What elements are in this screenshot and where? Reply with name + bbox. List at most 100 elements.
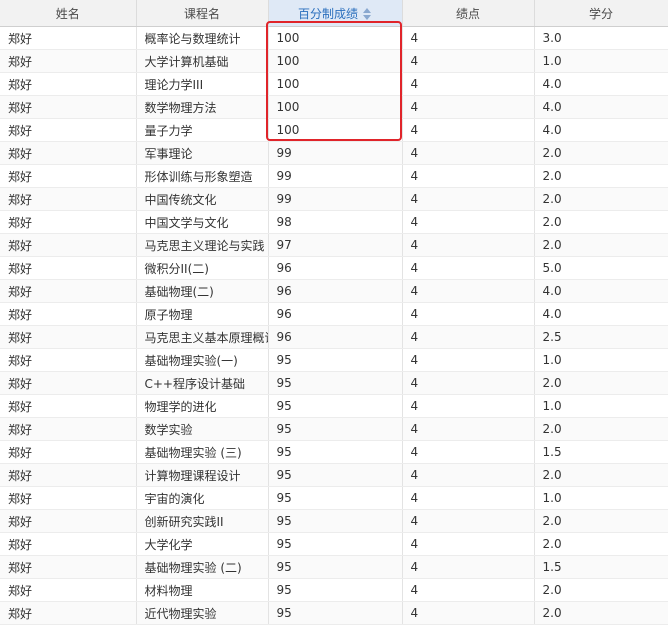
cell-score: 100 (268, 72, 403, 96)
cell-credit: 2.0 (534, 532, 668, 556)
table-row[interactable]: 郑好 量子力学 100 4 4.0 (0, 118, 668, 142)
cell-gpa: 4 (402, 118, 535, 142)
cell-credit: 2.0 (534, 141, 668, 165)
cell-credit: 2.0 (534, 187, 668, 211)
table-row[interactable]: 郑好 基础物理实验 (二) 95 4 1.5 (0, 555, 668, 579)
cell-name: 郑好 (0, 325, 137, 349)
cell-course: 基础物理实验 (二) (136, 555, 269, 579)
cell-score: 98 (268, 210, 403, 234)
cell-gpa: 4 (402, 302, 535, 326)
cell-score: 99 (268, 187, 403, 211)
cell-score: 96 (268, 302, 403, 326)
cell-name: 郑好 (0, 118, 137, 142)
table-row[interactable]: 郑好 材料物理 95 4 2.0 (0, 578, 668, 602)
cell-name: 郑好 (0, 601, 137, 625)
cell-gpa: 4 (402, 555, 535, 579)
table-row[interactable]: 郑好 中国传统文化 99 4 2.0 (0, 187, 668, 211)
cell-score: 95 (268, 394, 403, 418)
table-row[interactable]: 郑好 C++程序设计基础 95 4 2.0 (0, 371, 668, 395)
cell-course: 数学物理方法 (136, 95, 269, 119)
column-header-score-label: 百分制成绩 (297, 6, 358, 21)
cell-course: 中国传统文化 (136, 187, 269, 211)
table-row[interactable]: 郑好 大学化学 95 4 2.0 (0, 532, 668, 556)
cell-name: 郑好 (0, 440, 137, 464)
table-row[interactable]: 郑好 马克思主义理论与实践 97 4 2.0 (0, 233, 668, 257)
cell-score: 96 (268, 325, 403, 349)
cell-credit: 1.5 (534, 555, 668, 579)
cell-score: 100 (268, 49, 403, 73)
table-row[interactable]: 郑好 数学物理方法 100 4 4.0 (0, 95, 668, 119)
table-row[interactable]: 郑好 创新研究实践II 95 4 2.0 (0, 509, 668, 533)
column-header-score[interactable]: 百分制成绩 (268, 0, 403, 27)
cell-credit: 2.0 (534, 417, 668, 441)
cell-name: 郑好 (0, 532, 137, 556)
column-header-course[interactable]: 课程名 (136, 0, 269, 27)
cell-credit: 4.0 (534, 279, 668, 303)
cell-gpa: 4 (402, 578, 535, 602)
cell-course: 军事理论 (136, 141, 269, 165)
cell-course: 中国文学与文化 (136, 210, 269, 234)
table-row[interactable]: 郑好 大学计算机基础 100 4 1.0 (0, 49, 668, 73)
cell-credit: 1.0 (534, 49, 668, 73)
cell-score: 99 (268, 141, 403, 165)
column-header-name-label: 姓名 (55, 6, 80, 21)
cell-gpa: 4 (402, 26, 535, 50)
table-row[interactable]: 郑好 基础物理(二) 96 4 4.0 (0, 279, 668, 303)
cell-course: 宇宙的演化 (136, 486, 269, 510)
cell-score: 95 (268, 555, 403, 579)
cell-course: C++程序设计基础 (136, 371, 269, 395)
cell-name: 郑好 (0, 463, 137, 487)
cell-name: 郑好 (0, 256, 137, 280)
cell-score: 95 (268, 532, 403, 556)
cell-gpa: 4 (402, 279, 535, 303)
cell-course: 原子物理 (136, 302, 269, 326)
cell-score: 100 (268, 26, 403, 50)
cell-credit: 2.0 (534, 233, 668, 257)
table-row[interactable]: 郑好 数学实验 95 4 2.0 (0, 417, 668, 441)
cell-credit: 1.0 (534, 486, 668, 510)
table-row[interactable]: 郑好 宇宙的演化 95 4 1.0 (0, 486, 668, 510)
table-row[interactable]: 郑好 概率论与数理统计 100 4 3.0 (0, 26, 668, 50)
table-row[interactable]: 郑好 马克思主义基本原理概论 96 4 2.5 (0, 325, 668, 349)
cell-name: 郑好 (0, 233, 137, 257)
table-row[interactable]: 郑好 原子物理 96 4 4.0 (0, 302, 668, 326)
table-row[interactable]: 郑好 近代物理实验 95 4 2.0 (0, 601, 668, 625)
cell-course: 基础物理实验 (三) (136, 440, 269, 464)
cell-credit: 2.0 (534, 463, 668, 487)
cell-gpa: 4 (402, 394, 535, 418)
cell-credit: 1.5 (534, 440, 668, 464)
cell-gpa: 4 (402, 440, 535, 464)
table-row[interactable]: 郑好 微积分II(二) 96 4 5.0 (0, 256, 668, 280)
table-row[interactable]: 郑好 计算物理课程设计 95 4 2.0 (0, 463, 668, 487)
cell-credit: 2.0 (534, 371, 668, 395)
table-row[interactable]: 郑好 基础物理实验 (三) 95 4 1.5 (0, 440, 668, 464)
column-header-credit[interactable]: 学分 (534, 0, 668, 27)
cell-score: 95 (268, 578, 403, 602)
sort-icon[interactable] (362, 8, 372, 20)
table-row[interactable]: 郑好 物理学的进化 95 4 1.0 (0, 394, 668, 418)
table-row[interactable]: 郑好 中国文学与文化 98 4 2.0 (0, 210, 668, 234)
column-header-gpa[interactable]: 绩点 (402, 0, 535, 27)
cell-score: 95 (268, 348, 403, 372)
cell-score: 96 (268, 256, 403, 280)
cell-gpa: 4 (402, 532, 535, 556)
grades-table: 姓名 课程名 百分制成绩 绩点 学分 郑好 概率论与数理统计 100 4 3.0 郑好 大学… (0, 0, 668, 625)
column-header-name[interactable]: 姓名 (0, 0, 137, 27)
cell-score: 95 (268, 509, 403, 533)
cell-credit: 1.0 (534, 348, 668, 372)
cell-gpa: 4 (402, 164, 535, 188)
cell-name: 郑好 (0, 49, 137, 73)
cell-name: 郑好 (0, 417, 137, 441)
table-row[interactable]: 郑好 军事理论 99 4 2.0 (0, 141, 668, 165)
cell-name: 郑好 (0, 26, 137, 50)
cell-course: 材料物理 (136, 578, 269, 602)
table-row[interactable]: 郑好 形体训练与形象塑造 99 4 2.0 (0, 164, 668, 188)
table-row[interactable]: 郑好 基础物理实验(一) 95 4 1.0 (0, 348, 668, 372)
cell-score: 96 (268, 279, 403, 303)
column-header-course-label: 课程名 (183, 6, 220, 21)
cell-gpa: 4 (402, 72, 535, 96)
cell-name: 郑好 (0, 210, 137, 234)
cell-course: 数学实验 (136, 417, 269, 441)
table-row[interactable]: 郑好 理论力学III 100 4 4.0 (0, 72, 668, 96)
cell-name: 郑好 (0, 509, 137, 533)
